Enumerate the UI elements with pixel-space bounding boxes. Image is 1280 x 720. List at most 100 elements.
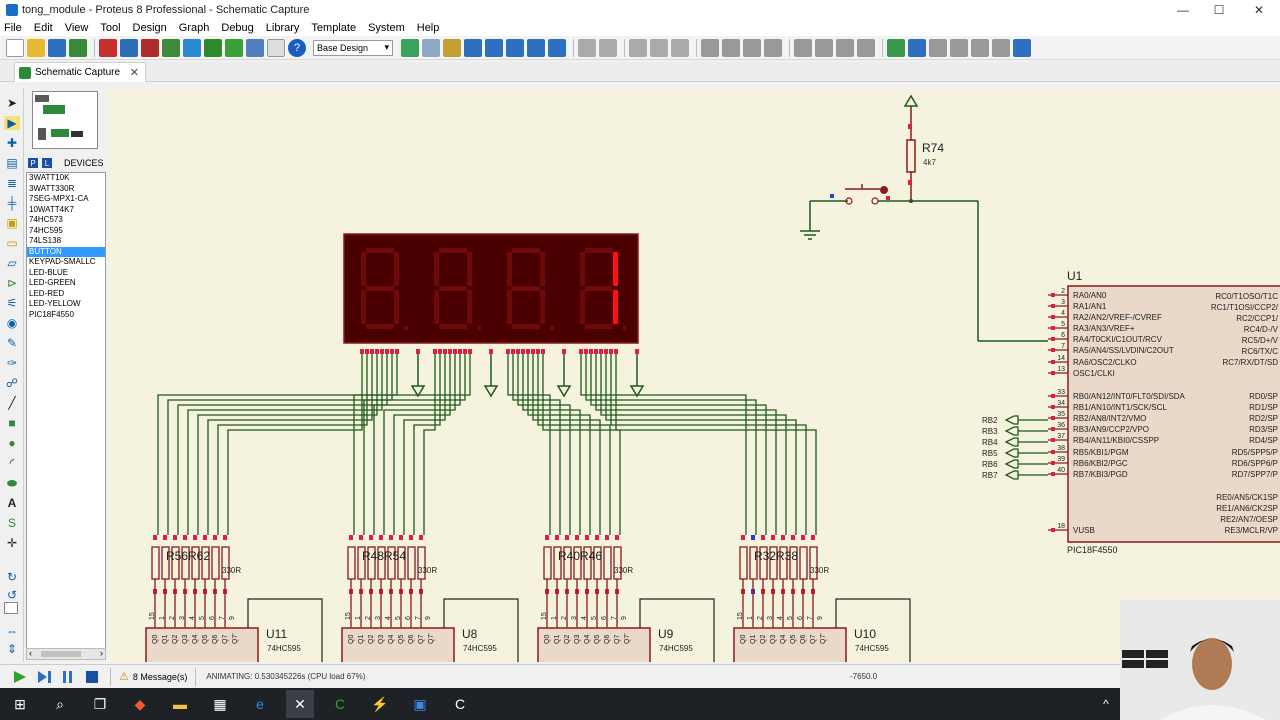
maximize-button[interactable]: ☐	[1200, 0, 1238, 20]
app-store-icon[interactable]: ▦	[206, 690, 234, 718]
device-list-item[interactable]: 10WATT4K7	[27, 205, 105, 216]
shift-register-group[interactable]: R56R62330RQ015Q11Q22Q33Q44Q55Q66Q77Q7'9U…	[145, 535, 911, 662]
paste-icon[interactable]	[671, 38, 689, 57]
rotate-anticlockwise-icon[interactable]: ↺	[4, 588, 20, 602]
scroll-right-icon[interactable]: ›	[100, 648, 103, 658]
device-list-item[interactable]: BUTTON	[27, 246, 105, 257]
menu-edit[interactable]: Edit	[34, 22, 53, 34]
brave-browser-icon[interactable]: ◆	[126, 690, 154, 718]
graph-icon[interactable]: ⊳	[4, 276, 20, 290]
device-list-item[interactable]: 74HC573	[27, 215, 105, 226]
scroll-left-icon[interactable]: ‹	[29, 648, 32, 658]
netlist-icon[interactable]	[1013, 38, 1031, 57]
remove-sheet-icon[interactable]	[971, 38, 989, 57]
device-list-item[interactable]: 74LS138	[27, 236, 105, 247]
copy-icon[interactable]	[650, 38, 668, 57]
close-tab-icon[interactable]: ✕	[130, 66, 139, 79]
component-mode-icon[interactable]: ▶	[4, 116, 20, 130]
bom-icon[interactable]	[204, 38, 222, 57]
selection-mode-icon[interactable]: ➤	[4, 96, 20, 110]
ccs-compiler-icon[interactable]: C	[326, 690, 354, 718]
terminals-icon[interactable]: ▭	[4, 236, 20, 250]
circle-2d-icon[interactable]: ●	[4, 436, 20, 450]
step-button[interactable]	[36, 670, 52, 684]
image-viewer-icon[interactable]: ▣	[406, 690, 434, 718]
menu-graph[interactable]: Graph	[179, 22, 210, 34]
new-file-icon[interactable]	[6, 38, 24, 57]
stop-button[interactable]	[84, 670, 100, 684]
menu-view[interactable]: View	[65, 22, 89, 34]
menu-debug[interactable]: Debug	[221, 22, 253, 34]
home-icon[interactable]	[99, 38, 117, 57]
shift-register-u8[interactable]: R48R54 330R Q0 15 Q1 1 Q2 2 Q3 3 Q4 4 Q5 5 Q6 6 Q7 7 Q7' 9 U…	[341, 535, 519, 662]
minimize-button[interactable]: —	[1164, 0, 1202, 20]
menu-design[interactable]: Design	[133, 22, 167, 34]
overview-preview[interactable]	[32, 91, 98, 149]
windows-start-icon[interactable]: ⊞	[6, 690, 34, 718]
decompose-icon[interactable]	[857, 38, 875, 57]
block-rotate-icon[interactable]	[743, 38, 761, 57]
tape-recorder-icon[interactable]: ⚟	[4, 296, 20, 310]
property-assign-icon[interactable]	[929, 38, 947, 57]
new-sheet-icon[interactable]	[950, 38, 968, 57]
arc-2d-icon[interactable]: ◜	[4, 456, 20, 470]
dollar-icon[interactable]	[225, 38, 243, 57]
design-combo[interactable]: Base Design ▾	[313, 39, 393, 56]
device-list-item[interactable]: PIC18F4550	[27, 310, 105, 321]
messages-count[interactable]: 8 Message(s)	[133, 672, 188, 682]
pcb-layout-icon[interactable]	[141, 38, 159, 57]
push-button[interactable]	[800, 184, 1048, 342]
line-2d-icon[interactable]: ╱	[4, 396, 20, 410]
marker-2d-icon[interactable]: ✛	[4, 536, 20, 550]
menu-tool[interactable]: Tool	[100, 22, 120, 34]
file-explorer-icon[interactable]: ▬	[166, 690, 194, 718]
menu-file[interactable]: File	[4, 22, 22, 34]
menu-help[interactable]: Help	[417, 22, 440, 34]
proteus-task-icon[interactable]: ✕	[286, 690, 314, 718]
r74-resistor[interactable]: R74 4k7	[903, 94, 944, 201]
redo-icon[interactable]	[599, 38, 617, 57]
menu-library[interactable]: Library	[266, 22, 300, 34]
mirror-y-icon[interactable]: ⇕	[4, 642, 20, 656]
import-icon[interactable]	[69, 38, 87, 57]
rotate-clockwise-icon[interactable]: ↻	[4, 570, 20, 584]
symbol-2d-icon[interactable]: S	[4, 516, 20, 530]
3d-viewer-icon[interactable]	[183, 38, 201, 57]
source-code-icon[interactable]	[246, 38, 264, 57]
generator-icon[interactable]: ◉	[4, 316, 20, 330]
voltage-probe-icon[interactable]: ✎	[4, 336, 20, 350]
close-window-button[interactable]: ✕	[1240, 0, 1278, 20]
device-list-item[interactable]: LED-RED	[27, 289, 105, 300]
help-icon[interactable]: ?	[288, 38, 306, 57]
c-editor-icon[interactable]: C	[446, 690, 474, 718]
zoom-in-icon[interactable]	[485, 38, 503, 57]
schematic-drawing[interactable]: R74 4k7 U1PIC18F45502 RA0/AN03 RA1/AN14 …	[108, 88, 1280, 662]
pause-button[interactable]	[60, 670, 76, 684]
box-2d-icon[interactable]: ■	[4, 416, 20, 430]
mirror-x-icon[interactable]: ⇔	[4, 624, 20, 638]
current-probe-icon[interactable]: ✑	[4, 356, 20, 370]
device-list[interactable]: 3WATT10K 3WATT330R 7SEG-MPX1-CA 10WATT4K7 74…	[26, 172, 106, 652]
device-list-item[interactable]: 7SEG-MPX1-CA	[27, 194, 105, 205]
save-icon[interactable]	[48, 38, 66, 57]
shift-register-u11[interactable]: R56R62 330R Q0 15 Q1 1 Q2 2 Q3 3 Q4 4 Q5 5 Q6 6 Q7 7 Q7' 9 U…	[145, 535, 323, 662]
device-list-scrollbar[interactable]: ‹ ›	[26, 648, 106, 660]
green-app-icon[interactable]: ⚡	[366, 690, 394, 718]
device-pins-icon[interactable]: ▱	[4, 256, 20, 270]
pick-device-icon[interactable]	[794, 38, 812, 57]
seven-segment-display[interactable]	[343, 233, 645, 398]
rotation-angle-field[interactable]	[4, 602, 18, 614]
zoom-area-icon[interactable]	[548, 38, 566, 57]
library-manager-button[interactable]: L	[42, 158, 52, 168]
device-list-item[interactable]: LED-BLUE	[27, 268, 105, 279]
tab-schematic-capture[interactable]: Schematic Capture ✕	[14, 62, 146, 82]
device-list-item[interactable]: KEYPAD-SMALLC	[27, 257, 105, 268]
wire-autorouter-icon[interactable]	[887, 38, 905, 57]
shift-register-u9[interactable]: R40R46 330R Q0 15 Q1 1 Q2 2 Q3 3 Q4 4 Q5 5 Q6 6 Q7 7 Q7' 9 U…	[537, 535, 715, 662]
zoom-out-icon[interactable]	[506, 38, 524, 57]
gerber-icon[interactable]	[162, 38, 180, 57]
pic18f4550-chip[interactable]: U1 PIC18F4550 2 RA0/AN0 3 RA1/AN1 4 RA2/AN2/VRE…	[982, 269, 1280, 555]
open-folder-icon[interactable]	[27, 38, 45, 57]
wire-label-icon[interactable]: ▤	[4, 156, 20, 170]
shift-register-u10[interactable]: R32R38 330R Q0 15 Q1 1 Q2 2 Q3 3 Q4 4 Q5 5 Q6 6 Q7 7 Q7' 9 U…	[733, 535, 911, 662]
